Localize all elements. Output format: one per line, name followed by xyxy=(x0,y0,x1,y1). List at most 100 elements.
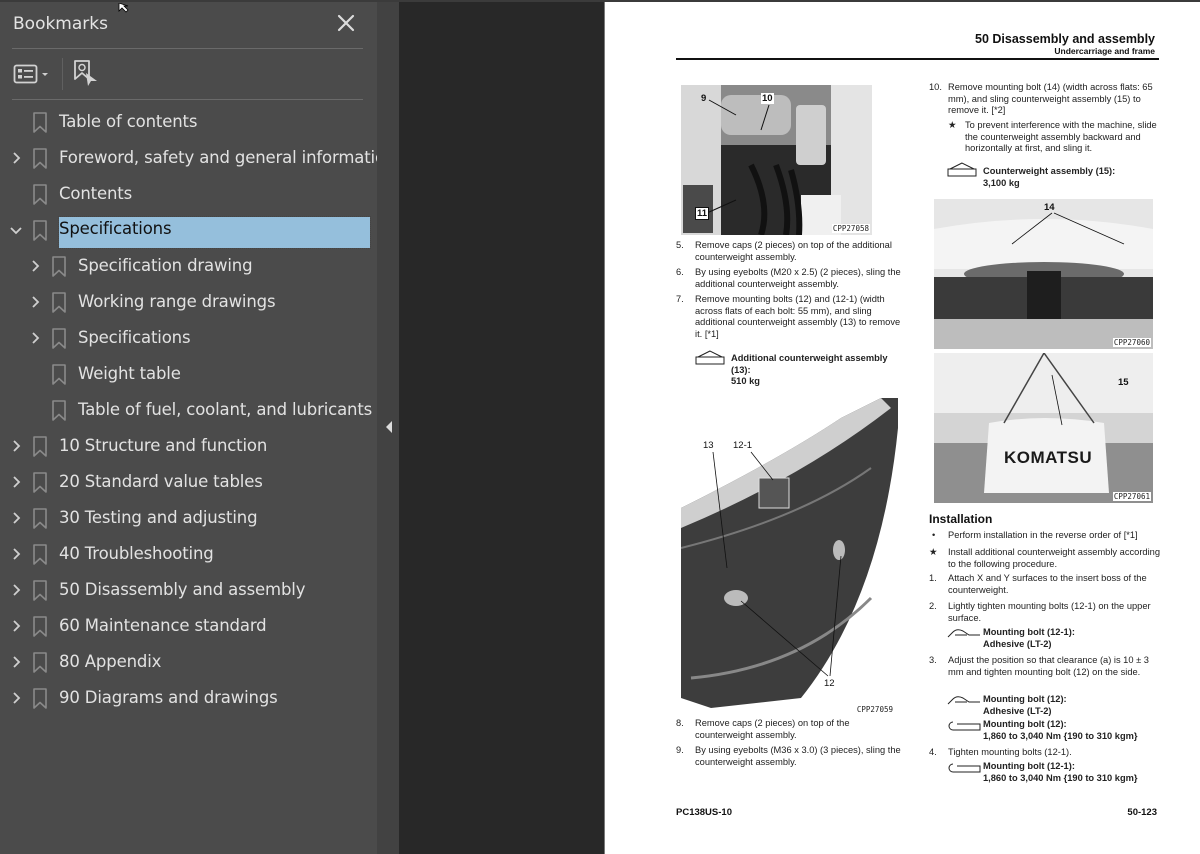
chevron-right-icon[interactable] xyxy=(9,617,23,635)
bookmarks-toolbar xyxy=(0,52,377,98)
step-number: 5. xyxy=(676,240,684,250)
bookmark-icon xyxy=(51,292,67,314)
chevron-down-icon[interactable] xyxy=(9,221,23,239)
bookmark-label: Table of contents xyxy=(59,112,198,131)
note-text: To prevent interference with the machine… xyxy=(965,120,1157,154)
bookmark-icon xyxy=(32,220,48,242)
step-text: By using eyebolts (M36 x 3.0) (3 pieces)… xyxy=(695,745,901,767)
weight-spec-13: Additional counterweight assembly (13): … xyxy=(731,353,909,388)
bookmark-item[interactable]: Specifications xyxy=(0,320,377,356)
figure-callout: 12 xyxy=(824,678,835,689)
step-number: 6. xyxy=(676,267,684,277)
bookmark-label: 20 Standard value tables xyxy=(59,472,263,491)
bookmark-icon xyxy=(32,508,48,530)
step-text: By using eyebolts (M20 x 2.5) (2 pieces)… xyxy=(695,267,901,289)
bookmark-icon xyxy=(32,112,48,134)
header-rule xyxy=(676,58,1159,60)
star-icon: ★ xyxy=(929,547,938,557)
bookmark-item[interactable]: 90 Diagrams and drawings xyxy=(0,680,377,716)
spec-value: Adhesive (LT-2) xyxy=(983,638,1052,649)
bookmark-item[interactable]: Specifications xyxy=(0,212,377,249)
chevron-right-icon[interactable] xyxy=(9,581,23,599)
installation-note: ★ Install additional counterweight assem… xyxy=(929,547,1160,570)
bookmark-icon xyxy=(32,688,48,710)
chevron-right-icon[interactable] xyxy=(28,293,42,311)
bookmark-icon xyxy=(51,256,67,278)
bookmark-item[interactable]: Contents xyxy=(0,176,377,212)
bookmarks-panel: Bookmarks Table of contents Foreword, sa… xyxy=(0,2,395,854)
divider xyxy=(12,99,363,100)
close-icon[interactable] xyxy=(335,12,357,34)
step-text: Remove caps (2 pieces) on top of the add… xyxy=(695,240,892,262)
note-text: Install additional counterweight assembl… xyxy=(948,547,1160,569)
bookmark-item[interactable]: 60 Maintenance standard xyxy=(0,608,377,644)
bookmark-item[interactable]: 20 Standard value tables xyxy=(0,464,377,500)
bookmark-icon xyxy=(32,652,48,674)
bookmark-icon xyxy=(51,364,67,386)
chevron-right-icon[interactable] xyxy=(28,257,42,275)
figure-callout: 9 xyxy=(701,93,707,104)
bookmark-item[interactable]: Specification drawing xyxy=(0,248,377,284)
figure-counterweight-drawing: 13 12-1 12 CPP27059 xyxy=(681,398,898,716)
chevron-right-icon[interactable] xyxy=(9,653,23,671)
spec-name: Mounting bolt (12): xyxy=(983,694,1067,704)
collapse-panel-icon[interactable] xyxy=(384,418,394,436)
step-number: 2. xyxy=(929,601,937,611)
bookmark-label: 50 Disassembly and assembly xyxy=(59,580,306,599)
bookmark-icon xyxy=(32,148,48,170)
bookmark-icon xyxy=(32,616,48,638)
step-8: 8. Remove caps (2 pieces) on top of the … xyxy=(676,718,908,741)
figure-callout: 11 xyxy=(695,207,710,220)
step-number: 9. xyxy=(676,745,684,755)
step-text: Remove mounting bolts (12) and (12-1) (w… xyxy=(695,294,901,339)
bookmark-label: 40 Troubleshooting xyxy=(59,544,214,563)
step-text: Remove caps (2 pieces) on top of the cou… xyxy=(695,718,850,740)
bookmark-label: 80 Appendix xyxy=(59,652,162,671)
bullet-text: Perform installation in the reverse orde… xyxy=(948,530,1138,540)
figure-komatsu-photo: 15 KOMATSU CPP27061 xyxy=(934,353,1153,503)
chevron-right-icon[interactable] xyxy=(28,329,42,347)
step-number: 8. xyxy=(676,718,684,728)
chevron-right-icon[interactable] xyxy=(9,149,23,167)
step-9: 9. By using eyebolts (M36 x 3.0) (3 piec… xyxy=(676,745,908,768)
document-viewer-background xyxy=(399,2,604,854)
chevron-right-icon[interactable] xyxy=(9,473,23,491)
bookmark-label: Foreword, safety and general information xyxy=(59,148,396,167)
chevron-right-icon[interactable] xyxy=(9,509,23,527)
bookmark-label: Contents xyxy=(59,184,133,203)
bookmark-item[interactable]: 40 Troubleshooting xyxy=(0,536,377,572)
chevron-right-icon[interactable] xyxy=(9,689,23,707)
section-heading-installation: Installation xyxy=(929,512,993,526)
figure-callout: 12-1 xyxy=(733,440,753,451)
bookmark-item[interactable]: Table of contents xyxy=(0,104,377,140)
bookmark-icon xyxy=(32,580,48,602)
bookmark-item[interactable]: Table of fuel, coolant, and lubricants xyxy=(0,392,377,428)
bookmark-item[interactable]: Foreword, safety and general information xyxy=(0,140,395,176)
bookmark-icon xyxy=(51,400,67,422)
bookmark-label: Specifications xyxy=(58,216,371,249)
find-current-bookmark-icon[interactable] xyxy=(72,59,100,89)
bookmark-item[interactable]: Working range drawings xyxy=(0,284,377,320)
install-step-1: 1. Attach X and Y surfaces to the insert… xyxy=(929,573,1160,596)
spec-name: Counterweight assembly (15): xyxy=(983,166,1116,176)
spec-value: 3,100 kg xyxy=(983,177,1020,188)
weight-spec-15: Counterweight assembly (15): 3,100 kg xyxy=(983,166,1161,189)
spec-value: 510 kg xyxy=(731,376,760,387)
figure-code: CPP27058 xyxy=(831,224,870,233)
bookmark-options-icon xyxy=(13,64,38,84)
bookmark-options-button[interactable] xyxy=(13,62,55,86)
bookmark-item[interactable]: 80 Appendix xyxy=(0,644,377,680)
chevron-right-icon[interactable] xyxy=(9,437,23,455)
step-5: 5. Remove caps (2 pieces) on top of the … xyxy=(676,240,908,263)
bookmark-item[interactable]: 10 Structure and function xyxy=(0,428,377,464)
chevron-right-icon[interactable] xyxy=(9,545,23,563)
divider xyxy=(12,48,363,49)
bookmark-item[interactable]: 50 Disassembly and assembly xyxy=(0,572,377,608)
bookmark-label: 10 Structure and function xyxy=(59,436,268,455)
torque-wrench-icon xyxy=(947,761,981,779)
install-step-2: 2. Lightly tighten mounting bolts (12-1)… xyxy=(929,601,1160,624)
step-number: 1. xyxy=(929,573,937,583)
bookmark-item[interactable]: 30 Testing and adjusting xyxy=(0,500,377,536)
bookmark-item[interactable]: Weight table xyxy=(0,356,377,392)
spec-name: Additional counterweight assembly (13): xyxy=(731,353,888,375)
